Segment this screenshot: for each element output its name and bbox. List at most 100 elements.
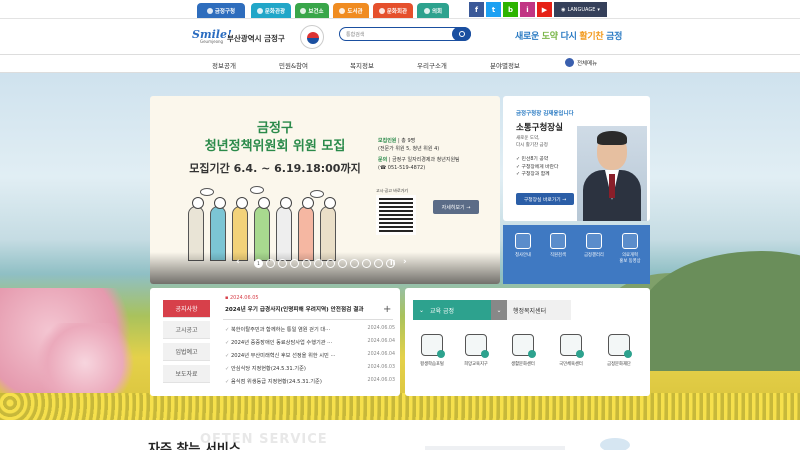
- language-selector[interactable]: ◉ LANGUAGE ▾: [554, 2, 607, 17]
- school-icon: [465, 334, 489, 358]
- mayor-links: ✓ 민선8기 공약 ✓ 구청장에게 바란다 ✓ 구청장과 함께: [516, 156, 558, 179]
- quick-menu: 청사안내 직원검색 금정갤러리 의료개혁 홍보 동영상: [503, 225, 650, 284]
- edu-culture-foundation[interactable]: 금정문화재단: [598, 334, 640, 367]
- mayor-desc: 새로운 도약, 다시 활기찬 금정: [516, 136, 548, 148]
- search-button[interactable]: [452, 27, 471, 41]
- nav-welfare[interactable]: 복지정보: [350, 60, 374, 70]
- pager-dot[interactable]: [314, 259, 323, 268]
- tab-public-notice[interactable]: 고시공고: [163, 321, 210, 339]
- main-nav: 정보공개 민원&참여 복지정보 우리구소개 분야별정보 전체메뉴: [0, 54, 800, 73]
- speech-bubble-icon: [200, 188, 214, 196]
- tab-admin-center[interactable]: ⌄ 행정복지센터: [491, 300, 571, 320]
- music-icon: [378, 7, 385, 14]
- menu-icon: [565, 58, 574, 67]
- tab-notice[interactable]: 공지사항: [163, 300, 210, 318]
- blog-icon[interactable]: b: [503, 2, 518, 17]
- headline-date: ▪ 2024.06.05: [225, 295, 259, 301]
- pager-dot[interactable]: [278, 259, 287, 268]
- nav-field-info[interactable]: 분야별정보: [490, 60, 520, 70]
- tab-legislation[interactable]: 입법예고: [163, 343, 210, 361]
- site-header: Smile! Geumjeong 부산광역시 금정구 통합검색 새로운 도약 다시…: [0, 18, 800, 54]
- decor-bar: [425, 446, 565, 450]
- tab-press[interactable]: 보도자료: [163, 365, 210, 383]
- banner-pager-dots[interactable]: 1: [254, 259, 395, 268]
- slogan: 새로운 도약 다시 활기찬 금정: [515, 32, 623, 42]
- banner-illustration: [180, 186, 370, 261]
- search-placeholder: 통합검색: [346, 32, 365, 38]
- nav-about[interactable]: 우리구소개: [417, 60, 447, 70]
- sports-icon: [560, 334, 584, 358]
- mayor-photo: [577, 126, 647, 221]
- main-banner[interactable]: 금정구 청년정책위원회 위원 모집 모집기간 6.4. ~ 6.19.18:00까…: [150, 96, 500, 284]
- list-item[interactable]: 2024년 부산미래혁신 후보 선정을 위한 시민 ···2024.06.04: [225, 352, 395, 359]
- pager-dot[interactable]: [362, 259, 371, 268]
- nav-info-disclosure[interactable]: 정보공개: [212, 60, 236, 70]
- cherry-tree: [30, 323, 140, 403]
- district-name[interactable]: 부산광역시 금정구: [227, 33, 285, 44]
- tab-education[interactable]: ⌄ 교육 금정: [413, 300, 491, 320]
- mountain: [640, 251, 800, 371]
- pager-dot[interactable]: [374, 259, 383, 268]
- pager-dot[interactable]: [266, 259, 275, 268]
- quick-medical-video[interactable]: 의료개혁 홍보 동영상: [613, 233, 647, 264]
- banner-pager-bg: [150, 252, 500, 284]
- health-icon: [300, 7, 307, 14]
- section-title: 자주 찾는 서비스: [148, 442, 241, 450]
- quick-building-guide[interactable]: 청사안내: [506, 233, 540, 259]
- mayor-link-together[interactable]: ✓ 구청장과 함께: [516, 171, 558, 179]
- banner-more-button[interactable]: 자세히보기 →: [433, 200, 479, 214]
- taegeuk-emblem-icon: [300, 25, 324, 49]
- mayor-office-button[interactable]: 구청장실 바로가기 →: [516, 193, 574, 205]
- youtube-icon[interactable]: ▶: [537, 2, 552, 17]
- pager-dot[interactable]: [350, 259, 359, 268]
- tab-culture-hall[interactable]: 문화회관: [373, 3, 413, 18]
- banner-info: 모집인원 | 총 9명 (전문가 위원 5, 청년 위원 4) 문의 | 금정구…: [378, 138, 460, 171]
- instagram-icon[interactable]: i: [520, 2, 535, 17]
- all-menu-button[interactable]: 전체메뉴: [565, 58, 597, 67]
- edu-lifelong-learning[interactable]: 평생학습포털: [411, 334, 453, 367]
- twitter-icon[interactable]: t: [486, 2, 501, 17]
- more-plus-icon[interactable]: +: [383, 304, 391, 315]
- list-item[interactable]: 북한이탈주민과 함께하는 통일 염원 걷기 대···2024.06.05: [225, 326, 395, 333]
- pager-dot[interactable]: [302, 259, 311, 268]
- pager-dot[interactable]: [290, 259, 299, 268]
- tab-culture-tourism[interactable]: 문화관광: [251, 3, 291, 18]
- globe-icon: ◉: [561, 6, 566, 13]
- quick-gallery[interactable]: 금정갤러리: [577, 233, 611, 259]
- pager-dot[interactable]: [338, 259, 347, 268]
- quick-staff-search[interactable]: 직원검색: [541, 233, 575, 259]
- rapeseed-flowers: [0, 393, 800, 420]
- search-input[interactable]: 통합검색: [339, 27, 471, 41]
- list-item[interactable]: 음식점 위생등급 지정현황(24.5.31.기준)2024.06.03: [225, 378, 395, 385]
- banner-period: 모집기간 6.4. ~ 6.19.18:00까지: [189, 162, 361, 175]
- mayor-link-request[interactable]: ✓ 구청장에게 바란다: [516, 164, 558, 172]
- edu-hope-district[interactable]: 희망교육지구: [455, 334, 497, 367]
- smile-logo[interactable]: Smile! Geumjeong: [192, 28, 232, 44]
- notice-headline[interactable]: 2024년 우기 급경사지(인명피해 우려지역) 안전점검 결과: [225, 305, 364, 313]
- video-icon: [622, 233, 638, 249]
- mayor-link-pledge[interactable]: ✓ 민선8기 공약: [516, 156, 558, 164]
- pause-icon[interactable]: II: [390, 259, 395, 267]
- qr-code: [376, 195, 416, 235]
- tab-library[interactable]: 도서관: [333, 3, 369, 18]
- prev-arrow-icon[interactable]: ‹: [236, 257, 240, 267]
- decor-cloud: [600, 438, 630, 450]
- edu-sports-center[interactable]: 국민체육센터: [550, 334, 592, 367]
- pager-dot[interactable]: 1: [254, 259, 263, 268]
- learning-icon: [421, 334, 445, 358]
- tab-council[interactable]: 의회: [417, 3, 449, 18]
- tab-health-center[interactable]: 보건소: [295, 3, 329, 18]
- list-item[interactable]: 안심식당 지정현황(24.5.31.기준)2024.06.03: [225, 365, 395, 372]
- edu-culture-center[interactable]: 생활문화센터: [502, 334, 544, 367]
- tab-geumjeong-office[interactable]: 금정구청: [197, 3, 245, 18]
- chevron-down-icon: ⌄: [419, 306, 425, 314]
- mayor-subtitle: 금정구청장 김재윤입니다: [516, 111, 574, 117]
- pager-dot[interactable]: [326, 259, 335, 268]
- list-item[interactable]: 2024년 중증장애인 동료상담사업 수행기관 ···2024.06.04: [225, 339, 395, 346]
- nav-civil-participation[interactable]: 민원&참여: [279, 60, 308, 70]
- facebook-icon[interactable]: f: [469, 2, 484, 17]
- mayor-title: 소통구청장실: [516, 123, 563, 133]
- qr-label: 고시·공고 바로가기: [376, 188, 408, 193]
- tourism-icon: [256, 7, 263, 14]
- next-arrow-icon[interactable]: ›: [403, 257, 407, 267]
